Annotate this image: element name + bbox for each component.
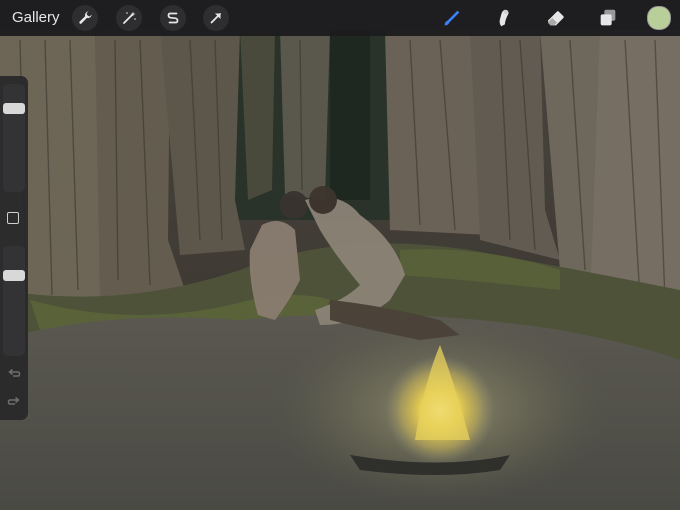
top-toolbar: Gallery <box>0 0 680 36</box>
transform-button[interactable] <box>203 5 229 31</box>
wrench-icon <box>79 11 92 24</box>
brush-size-handle[interactable] <box>3 103 25 114</box>
smudge-icon <box>499 9 509 27</box>
gallery-button[interactable]: Gallery <box>12 9 60 26</box>
left-sidebar <box>0 76 28 420</box>
undo-icon <box>8 368 21 377</box>
opacity-slider[interactable] <box>3 246 25 356</box>
brush-size-slider[interactable] <box>3 84 25 192</box>
redo-icon <box>7 396 20 405</box>
drawing-canvas[interactable] <box>0 0 680 510</box>
selection-s-icon <box>167 12 179 24</box>
actions-button[interactable] <box>72 5 98 31</box>
artwork <box>0 0 680 510</box>
color-picker-button[interactable] <box>647 6 671 30</box>
brush-icon <box>444 10 460 26</box>
modify-button[interactable] <box>7 212 19 224</box>
selection-button[interactable] <box>160 5 186 31</box>
smudge-tool[interactable] <box>491 5 517 31</box>
eraser-tool[interactable] <box>543 5 569 31</box>
eraser-icon <box>547 11 564 26</box>
brush-tool[interactable] <box>439 5 465 31</box>
opacity-handle[interactable] <box>3 270 25 281</box>
transform-arrow-icon <box>210 13 221 24</box>
redo-button[interactable] <box>7 395 21 409</box>
undo-button[interactable] <box>7 367 21 381</box>
layers-button[interactable] <box>595 5 621 31</box>
magic-wand-icon <box>123 11 136 24</box>
layers-icon <box>600 9 616 26</box>
adjustments-button[interactable] <box>116 5 142 31</box>
